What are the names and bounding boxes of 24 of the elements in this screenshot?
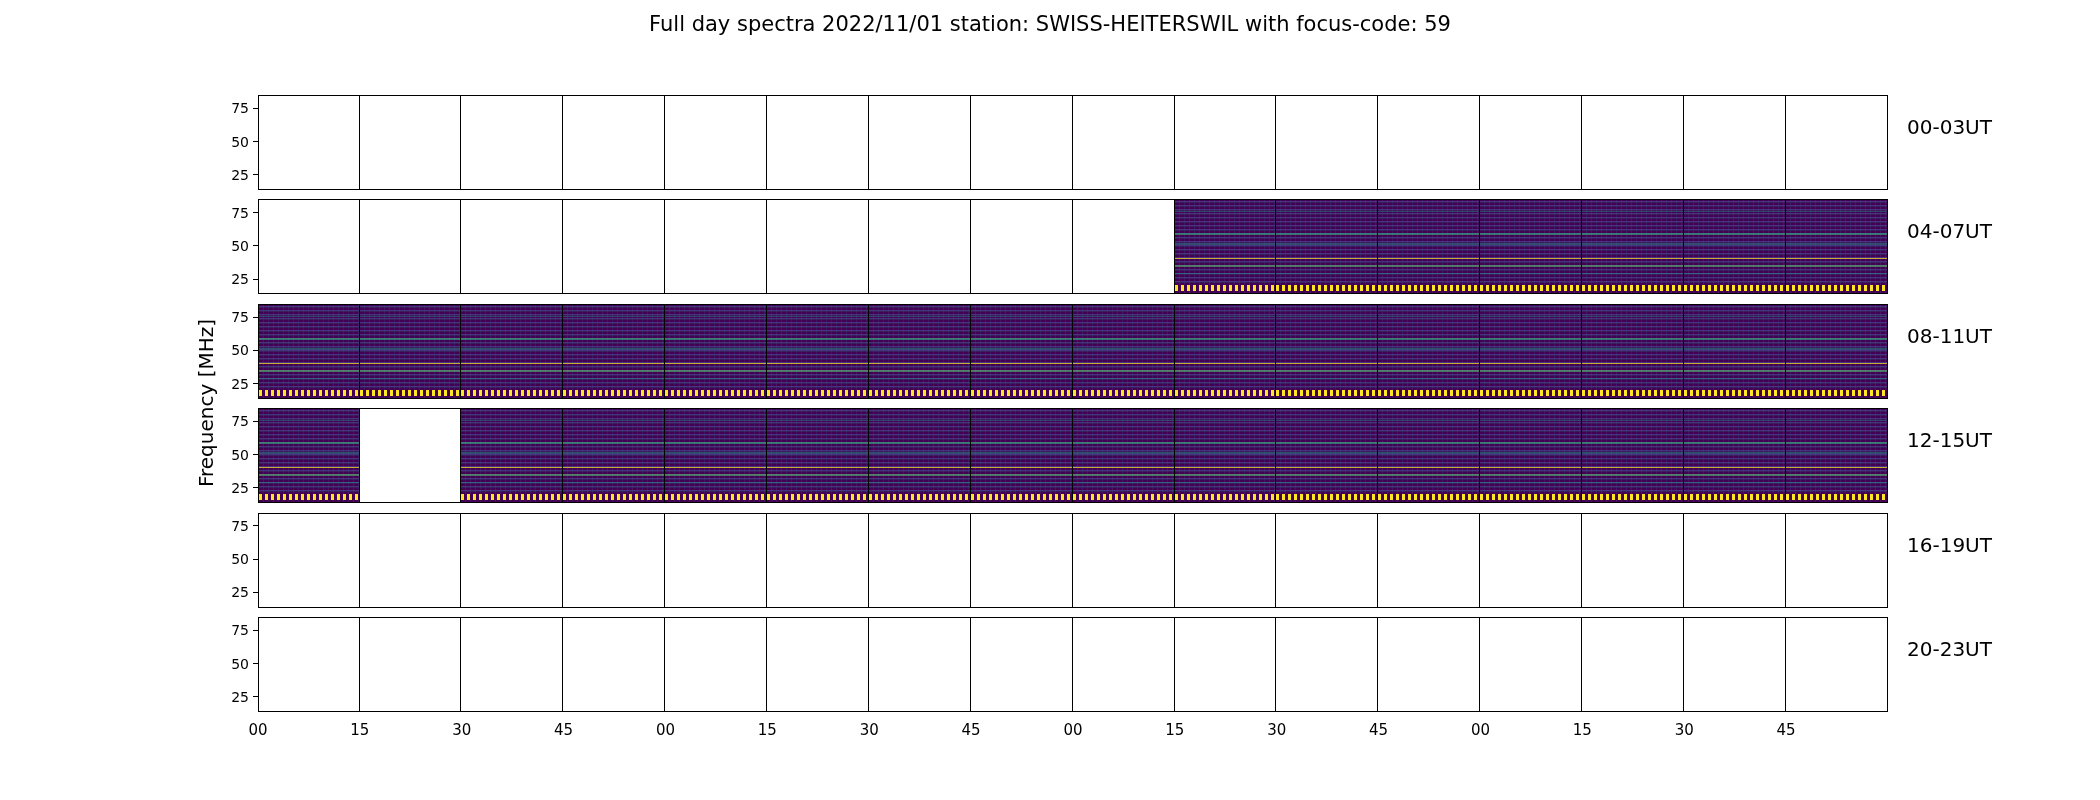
x-tick-label: 15 — [1572, 722, 1592, 739]
row-label: 00-03UT — [1906, 114, 1993, 139]
x-tick-label: 30 — [1674, 722, 1694, 739]
x-tick-label: 30 — [859, 722, 879, 739]
y-axis-label: Frequency [MHz] — [193, 319, 218, 488]
x-tick-label: 00 — [1063, 722, 1083, 739]
chart-title: Full day spectra 2022/11/01 station: SWISS-HEITERSWIL with focus-code: 59 — [648, 11, 1452, 38]
row-label: 16-19UT — [1906, 531, 1993, 557]
x-tick-label: 00 — [655, 722, 676, 739]
x-tick-label: 30 — [452, 722, 472, 739]
row-label: 20-23UT — [1906, 635, 1993, 661]
x-tick-label: 00 — [1470, 722, 1491, 739]
x-tick-label: 15 — [757, 722, 777, 739]
row-label: 04-07UT — [1906, 218, 1993, 244]
x-tick-label: 30 — [1267, 722, 1287, 739]
x-tick-label: 45 — [1776, 722, 1796, 739]
row-label: 08-11UT — [1906, 322, 1993, 348]
x-tick-label: 45 — [1369, 722, 1389, 739]
row-label: 12-15UT — [1906, 427, 1993, 453]
x-tick-label: 45 — [961, 722, 981, 739]
x-tick-label: 00 — [248, 722, 268, 739]
x-tick-label: 15 — [350, 722, 370, 739]
x-tick-label: 15 — [1165, 722, 1185, 739]
x-tick-label: 45 — [554, 722, 574, 739]
